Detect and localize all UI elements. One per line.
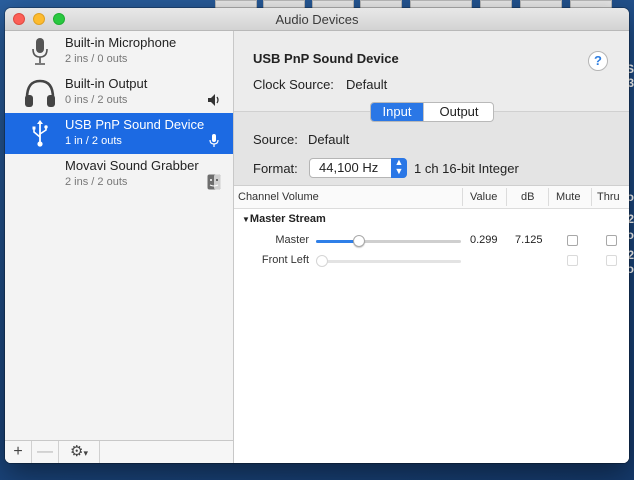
thru-checkbox[interactable]: [606, 255, 617, 266]
header-channel-volume: Channel Volume: [238, 191, 319, 203]
device-name: Movavi Sound Grabber: [65, 158, 199, 173]
input-output-tabs: Input Output: [370, 102, 494, 122]
format-rate-select[interactable]: 44,100 Hz ▲ ▼: [309, 158, 407, 178]
device-list: Built-in Microphone 2 ins / 0 outs Built…: [5, 31, 234, 463]
microphone-icon: [32, 38, 48, 65]
header-db: dB: [521, 191, 535, 203]
speaker-icon: [208, 94, 219, 106]
header-thru: Thru: [597, 191, 620, 203]
table-header: Channel Volume Value dB Mute Thru: [234, 186, 629, 209]
select-stepper-icon: ▲ ▼: [391, 158, 407, 178]
channel-db: 7.125: [515, 234, 543, 246]
device-item-usb-pnp-sound-device[interactable]: USB PnP Sound Device 1 in / 2 outs: [5, 113, 233, 154]
device-item-movavi-sound-grabber[interactable]: Movavi Sound Grabber 2 ins / 2 outs: [5, 154, 233, 195]
volume-slider[interactable]: [316, 255, 461, 267]
window-title: Audio Devices: [275, 12, 359, 27]
volume-slider[interactable]: [316, 235, 461, 247]
microphone-badge-icon: [209, 134, 219, 147]
headphones-icon: [25, 79, 55, 107]
device-title: USB PnP Sound Device: [253, 51, 399, 66]
format-description: 1 ch 16-bit Integer: [414, 161, 519, 176]
group-label: ▼Master Stream: [242, 213, 326, 225]
column-divider: [591, 188, 592, 206]
source-label: Source:: [253, 132, 298, 147]
device-io: 2 ins / 2 outs: [65, 176, 128, 188]
header-value: Value: [470, 191, 498, 203]
channel-volume-table: Channel Volume Value dB Mute Thru ▼Maste…: [234, 185, 629, 463]
disclosure-triangle-icon: ▼: [242, 215, 250, 224]
thru-checkbox[interactable]: [606, 235, 617, 246]
format-label: Format:: [253, 161, 298, 176]
tab-input[interactable]: Input: [371, 103, 423, 121]
clock-source-label: Clock Source:: [253, 77, 334, 92]
usb-icon: [32, 120, 48, 147]
channel-label: Master: [275, 234, 309, 246]
column-divider: [506, 188, 507, 206]
title-bar[interactable]: Audio Devices: [5, 8, 629, 31]
device-name: USB PnP Sound Device: [65, 117, 205, 132]
device-io: 2 ins / 0 outs: [65, 53, 128, 65]
mute-checkbox[interactable]: [567, 255, 578, 266]
device-item-built-in-output[interactable]: Built-in Output 0 ins / 2 outs: [5, 72, 233, 113]
column-divider: [462, 188, 463, 206]
column-divider: [548, 188, 549, 206]
device-name: Built-in Microphone: [65, 35, 177, 50]
format-rate-value: 44,100 Hz: [319, 160, 379, 175]
source-value[interactable]: Default: [308, 132, 349, 147]
tab-output[interactable]: Output: [423, 103, 493, 121]
clock-source-value[interactable]: Default: [346, 77, 387, 92]
device-detail-pane: USB PnP Sound Device ? Clock Source: Def…: [234, 31, 629, 463]
help-button[interactable]: ?: [588, 51, 608, 71]
chevron-down-icon: ▾: [83, 448, 88, 458]
master-stream-group[interactable]: ▼Master Stream: [234, 210, 629, 230]
device-io: 1 in / 2 outs: [65, 135, 122, 147]
group-name: Master Stream: [249, 213, 326, 225]
mute-checkbox[interactable]: [567, 235, 578, 246]
add-device-button[interactable]: +: [5, 441, 32, 463]
slider-knob[interactable]: [316, 255, 328, 267]
header-mute: Mute: [556, 191, 581, 203]
remove-device-button[interactable]: —: [32, 441, 59, 463]
channel-value: 0.299: [470, 234, 498, 246]
device-name: Built-in Output: [65, 76, 148, 91]
table-row: Front Left: [234, 251, 629, 271]
table-row: Master 0.299 7.125: [234, 231, 629, 251]
device-item-built-in-microphone[interactable]: Built-in Microphone 2 ins / 0 outs: [5, 31, 233, 72]
gear-menu-button[interactable]: ⚙▾: [59, 441, 100, 463]
slider-knob[interactable]: [353, 235, 366, 247]
finder-icon: [207, 174, 221, 190]
audio-devices-window: Audio Devices Built-in Microphone 2 ins …: [5, 8, 629, 463]
gear-icon: ⚙: [70, 443, 84, 460]
device-io: 0 ins / 2 outs: [65, 94, 128, 106]
sidebar-toolbar: + — ⚙▾: [5, 440, 233, 463]
channel-label: Front Left: [261, 254, 309, 266]
